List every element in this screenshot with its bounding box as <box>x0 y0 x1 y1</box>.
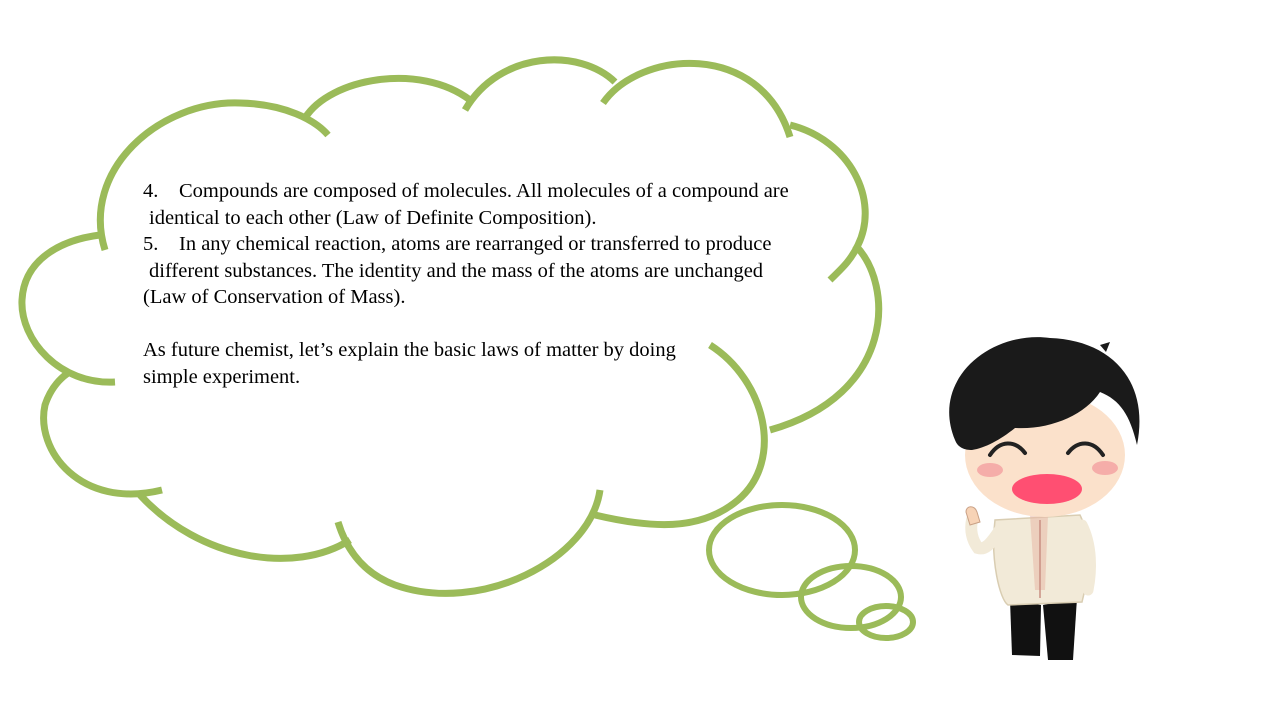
item-4-number: 4. <box>143 180 159 202</box>
item-4-line-1: 4. Compounds are composed of molecules. A… <box>143 178 843 205</box>
thought-text-block: 4. Compounds are composed of molecules. A… <box>143 178 843 390</box>
item-5-text-1: In any chemical reaction, atoms are rear… <box>179 233 772 255</box>
item-5-line-3: (Law of Conservation of Mass). <box>143 286 406 308</box>
item-4-line-2: identical to each other (Law of Definite… <box>149 206 597 229</box>
item-5-line-2: different substances. The identity and t… <box>149 259 764 282</box>
item-5-line-1: 5. In any chemical reaction, atoms are re… <box>143 231 843 258</box>
closing-line-1: As future chemist, let’s explain the bas… <box>143 339 676 361</box>
slide: 4. Compounds are composed of molecules. A… <box>0 0 1280 720</box>
thought-trail <box>706 502 916 641</box>
item-4-text-1: Compounds are composed of molecules. All… <box>179 180 789 202</box>
item-5-number: 5. <box>143 233 159 255</box>
waving-boy-character <box>949 337 1140 660</box>
closing-line-2: simple experiment. <box>143 365 301 388</box>
